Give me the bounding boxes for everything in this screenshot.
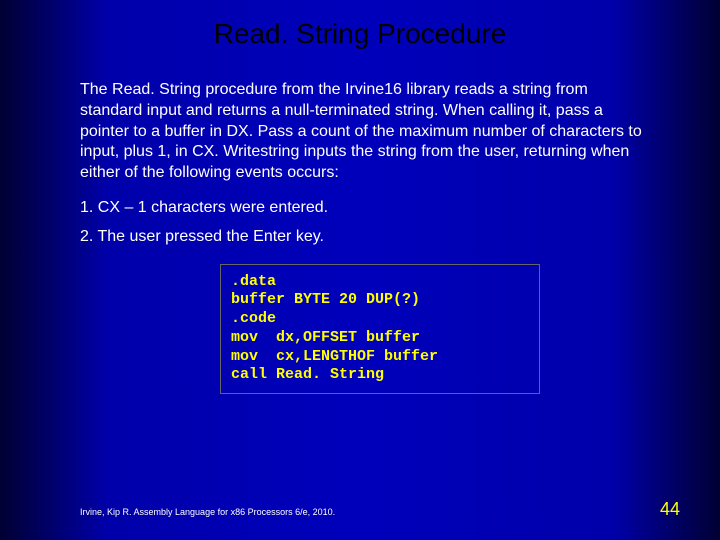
code-line: buffer BYTE 20 DUP(?) (231, 291, 529, 310)
slide-footer: Irvine, Kip R. Assembly Language for x86… (80, 502, 680, 520)
code-line: mov cx,LENGTHOF buffer (231, 348, 529, 367)
slide-content: The Read. String procedure from the Irvi… (0, 80, 720, 394)
page-number: 44 (660, 499, 680, 520)
citation-text: Irvine, Kip R. Assembly Language for x86… (80, 507, 335, 517)
code-line: call Read. String (231, 366, 529, 385)
intro-paragraph: The Read. String procedure from the Irvi… (80, 80, 650, 184)
code-line: .code (231, 310, 529, 329)
list-item-2: 2. The user pressed the Enter key. (80, 227, 650, 248)
code-example: .data buffer BYTE 20 DUP(?) .code mov dx… (220, 264, 540, 395)
slide-title: Read. String Procedure (0, 0, 720, 80)
code-line: .data (231, 273, 529, 292)
code-line: mov dx,OFFSET buffer (231, 329, 529, 348)
list-item-1: 1. CX – 1 characters were entered. (80, 198, 650, 219)
